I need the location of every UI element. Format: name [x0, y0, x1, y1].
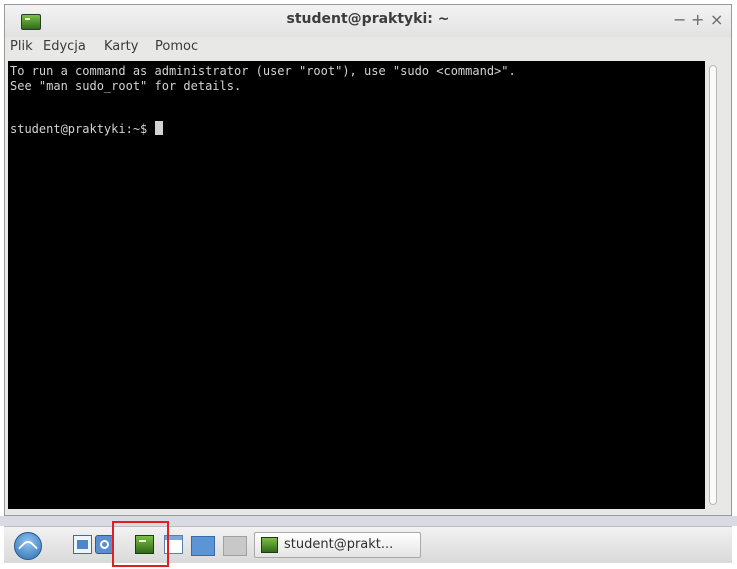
title-bar[interactable]: student@praktyki: ~ − + ×	[5, 5, 731, 37]
window-title: student@praktyki: ~	[286, 11, 450, 27]
terminal-line: See "man sudo_root" for details.	[10, 79, 242, 93]
taskbar-window-label: student@prakt...	[284, 537, 394, 552]
minimize-button[interactable]: −	[673, 10, 686, 29]
start-menu-icon[interactable]	[14, 532, 42, 560]
workspace-2[interactable]	[223, 536, 247, 556]
terminal-line: To run a command as administrator (user …	[10, 64, 516, 78]
taskbar-window-button[interactable]: student@prakt...	[254, 532, 421, 558]
text-cursor	[155, 121, 164, 135]
menu-plik[interactable]: Plik	[10, 39, 33, 54]
terminal-output[interactable]: To run a command as administrator (user …	[8, 61, 705, 509]
desktop-background	[0, 516, 737, 526]
terminal-prompt-line: student@praktyki:~$	[10, 121, 164, 136]
highlight-box	[112, 521, 169, 567]
workspace-1[interactable]	[191, 536, 215, 556]
shell-prompt: student@praktyki:~$	[10, 122, 148, 136]
scrollbar-thumb[interactable]	[709, 65, 717, 505]
close-button[interactable]: ×	[710, 10, 723, 29]
menu-bar: Plik Edycja Karty Pomoc	[5, 37, 731, 59]
menu-pomoc[interactable]: Pomoc	[155, 39, 198, 54]
file-manager-icon[interactable]	[73, 535, 92, 554]
menu-karty[interactable]: Karty	[104, 39, 138, 54]
scrollbar[interactable]	[705, 61, 722, 509]
terminal-task-icon	[261, 537, 278, 553]
maximize-button[interactable]: +	[691, 10, 704, 29]
menu-edycja[interactable]: Edycja	[43, 39, 86, 54]
